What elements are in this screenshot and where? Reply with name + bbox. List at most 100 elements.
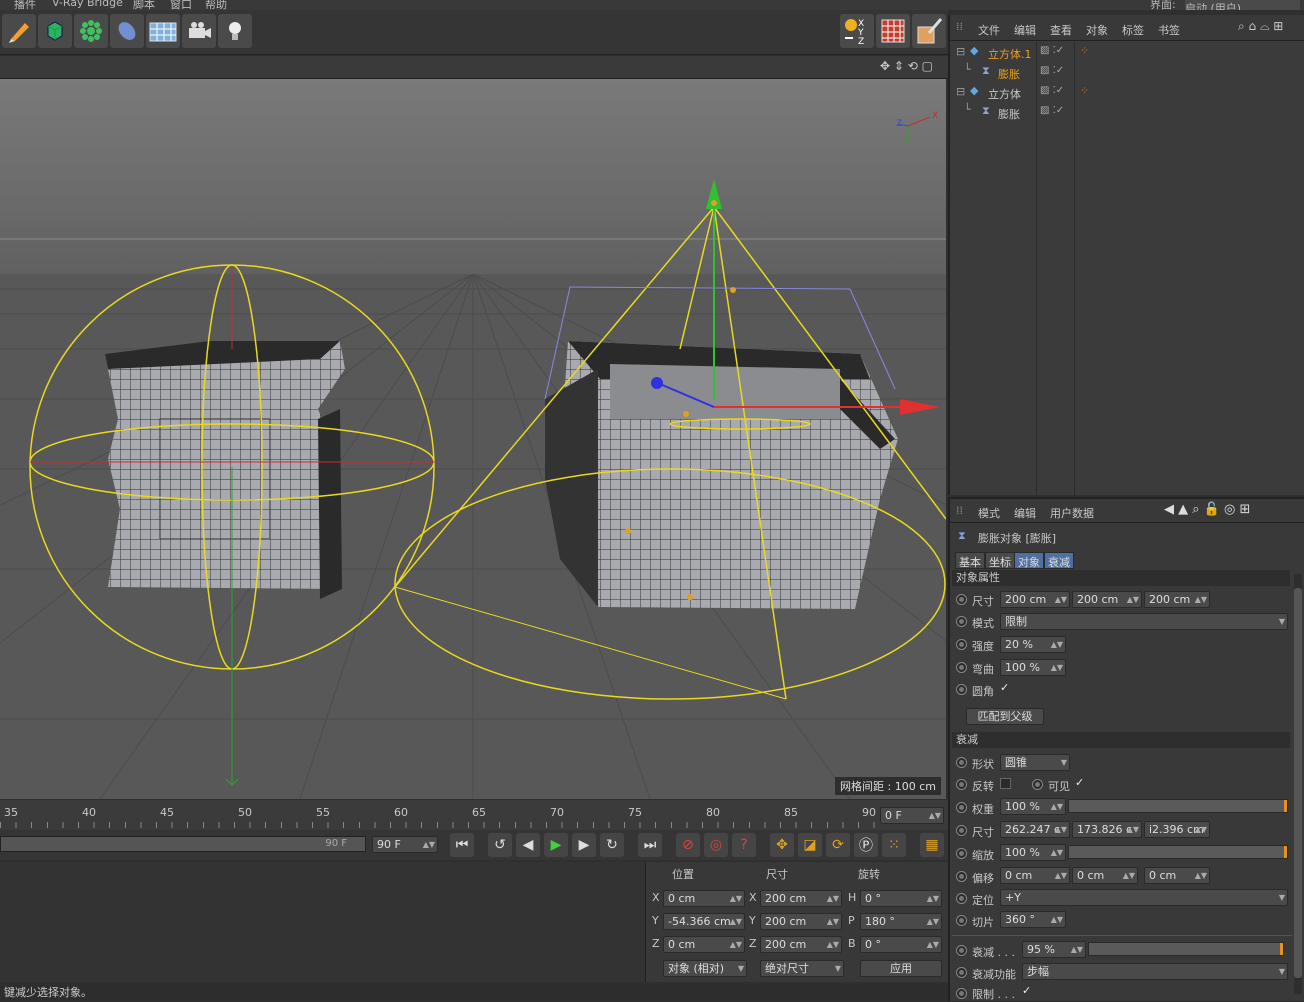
point-key-icon[interactable]: ⁙ [882, 833, 906, 857]
size-x-field[interactable]: 200 cm ▲▼ [760, 890, 842, 907]
camera-icon[interactable] [182, 14, 216, 48]
orient-radio[interactable] [956, 893, 967, 904]
scale-field[interactable]: 100 % ▲▼ [1000, 844, 1066, 861]
rotate-key-icon[interactable]: ⟳ [826, 833, 850, 857]
deformer-icon[interactable] [110, 14, 144, 48]
menu-window[interactable]: 窗口 [170, 0, 192, 10]
attr-menu-edit[interactable]: 编辑 [1014, 505, 1036, 521]
visibility-toggle[interactable]: ▨ ⁚✓ [1040, 65, 1064, 76]
render-settings-icon[interactable] [912, 14, 946, 48]
object-name[interactable]: 立方体.1 [988, 46, 1032, 62]
curvature-field[interactable]: 100 % ▲▼ [1000, 659, 1066, 676]
render-region-icon[interactable] [876, 14, 910, 48]
om-menu-tags[interactable]: 标签 [1122, 22, 1144, 38]
menu-plugins[interactable]: 播件 [14, 0, 36, 10]
size-radio[interactable] [956, 594, 967, 605]
object-row[interactable]: ⊟ ◆ 立方体 ▨ ⁚✓ ⁘ [950, 83, 1304, 103]
fade-radio[interactable] [956, 945, 967, 956]
fade-slider[interactable] [1088, 942, 1284, 956]
size-z-field[interactable]: 200 cm ▲▼ [1144, 591, 1210, 608]
round-radio[interactable] [956, 684, 967, 695]
shape-radio[interactable] [956, 757, 967, 768]
go-to-start-icon[interactable]: ⏮ [450, 833, 474, 857]
strength-field[interactable]: 20 % ▲▼ [1000, 636, 1066, 653]
attr-menu-mode[interactable]: 模式 [978, 505, 1000, 521]
pos-z-field[interactable]: 0 cm ▲▼ [663, 936, 745, 953]
play-icon[interactable]: ▶ [544, 833, 568, 857]
param-key-icon[interactable]: Ⓟ [854, 833, 878, 857]
scale-key-icon[interactable]: ◪ [798, 833, 822, 857]
om-menu-object[interactable]: 对象 [1086, 22, 1108, 38]
viewport-nav-icons[interactable]: ✥ ⇕ ⟲ ▢ [880, 59, 933, 73]
offset-z-field[interactable]: 0 cm ▲▼ [1144, 867, 1210, 884]
record-icon[interactable]: ⊘ [676, 833, 700, 857]
pos-x-field[interactable]: 0 cm ▲▼ [663, 890, 745, 907]
om-search-icon[interactable]: ⌕ ⌂ ⌓ ⊞ [1238, 19, 1283, 34]
object-row[interactable]: ⊟ ◆ 立方体.1 ▨ ⁚✓ ⁘ [950, 43, 1304, 63]
offset-radio[interactable] [956, 871, 967, 882]
material-tag-icon[interactable]: ⁘ [1080, 84, 1089, 97]
timeline-icon[interactable]: ▦ [920, 833, 944, 857]
offset-y-field[interactable]: 0 cm ▲▼ [1072, 867, 1138, 884]
invert-radio[interactable] [956, 779, 967, 790]
om-menu-edit[interactable]: 编辑 [1014, 22, 1036, 38]
tab-basic[interactable]: 基本 [955, 552, 985, 569]
material-tag-icon[interactable]: ⁘ [1080, 44, 1089, 57]
end-frame-field[interactable]: 90 F ▲▼ [372, 836, 438, 853]
size-y-field[interactable]: 200 cm ▲▼ [1072, 591, 1142, 608]
object-row[interactable]: └ ⧗ 膨胀 ▨ ⁚✓ [950, 63, 1304, 83]
fsize-x-field[interactable]: 262.247 c ▲▼ [1000, 821, 1070, 838]
slice-field[interactable]: 360 ° ▲▼ [1000, 911, 1066, 928]
size-z-field[interactable]: 200 cm ▲▼ [760, 936, 842, 953]
round-checkbox[interactable]: ✓ [1000, 681, 1009, 694]
orient-dropdown[interactable]: +Y ▼ [1000, 889, 1288, 906]
visible-checkbox[interactable]: ✓ [1075, 776, 1084, 789]
apply-button[interactable]: 应用 [860, 960, 942, 977]
limit-radio[interactable] [956, 988, 967, 999]
attr-menu-userdata[interactable]: 用户数据 [1050, 505, 1094, 521]
light-icon[interactable] [218, 14, 252, 48]
move-key-icon[interactable]: ✥ [770, 833, 794, 857]
tab-coord[interactable]: 坐标 [985, 552, 1015, 569]
rot-p-field[interactable]: 180 ° ▲▼ [860, 913, 942, 930]
object-name[interactable]: 膨胀 [998, 106, 1020, 122]
om-menu-view[interactable]: 查看 [1050, 22, 1072, 38]
size-mode-dropdown[interactable]: 绝对尺寸 ▼ [760, 960, 844, 977]
object-name[interactable]: 膨胀 [998, 66, 1020, 82]
keyframe-help-icon[interactable]: ? [732, 833, 756, 857]
menu-vray[interactable]: V-Ray Bridge [52, 0, 123, 9]
pen-tool-icon[interactable] [2, 14, 36, 48]
rot-b-field[interactable]: 0 ° ▲▼ [860, 936, 942, 953]
visible-radio[interactable] [1032, 779, 1043, 790]
mode-dropdown[interactable]: 限制 ▼ [1000, 613, 1288, 630]
scale-slider[interactable] [1068, 845, 1288, 859]
step-back-icon[interactable]: ◀ [516, 833, 540, 857]
array-generator-icon[interactable] [74, 14, 108, 48]
autokey-icon[interactable]: ◎ [704, 833, 728, 857]
size-x-field[interactable]: 200 cm ▲▼ [1000, 591, 1070, 608]
weight-field[interactable]: 100 % ▲▼ [1000, 798, 1066, 815]
object-row[interactable]: └ ⧗ 膨胀 ▨ ⁚✓ [950, 103, 1304, 123]
size-y-field[interactable]: 200 cm ▲▼ [760, 913, 842, 930]
offset-x-field[interactable]: 0 cm ▲▼ [1000, 867, 1070, 884]
fsize-z-field[interactable]: i2.396 cm ▲▼ [1144, 821, 1210, 838]
attr-scrollbar[interactable] [1294, 574, 1302, 994]
rot-h-field[interactable]: 0 ° ▲▼ [860, 890, 942, 907]
scale-radio[interactable] [956, 848, 967, 859]
visibility-toggle[interactable]: ▨ ⁚✓ [1040, 105, 1064, 116]
invert-checkbox[interactable] [1000, 778, 1011, 789]
coord-mode-dropdown[interactable]: 对象 (相对) ▼ [663, 960, 747, 977]
shape-dropdown[interactable]: 圆锥 ▼ [1000, 754, 1070, 771]
attr-nav-icons[interactable]: ◀ ▲ ⌕ 🔓 ◎ ⊞ [1164, 502, 1250, 517]
menu-help[interactable]: 帮助 [205, 0, 227, 10]
floor-icon[interactable] [146, 14, 180, 48]
layout-select[interactable]: 启动 (用户) [1185, 0, 1300, 10]
object-name[interactable]: 立方体 [988, 86, 1021, 102]
current-frame-field[interactable]: 0 F ▲▼ [880, 807, 944, 824]
mode-radio[interactable] [956, 616, 967, 627]
timeline-ruler[interactable]: 35 40 45 50 55 60 65 70 75 80 85 90 0 F ▲… [0, 800, 948, 830]
frame-range-slider[interactable]: 90 F [0, 836, 366, 852]
menu-script[interactable]: 脚本 [133, 0, 155, 10]
slice-radio[interactable] [956, 915, 967, 926]
fsize-y-field[interactable]: 173.826 c ▲▼ [1072, 821, 1142, 838]
